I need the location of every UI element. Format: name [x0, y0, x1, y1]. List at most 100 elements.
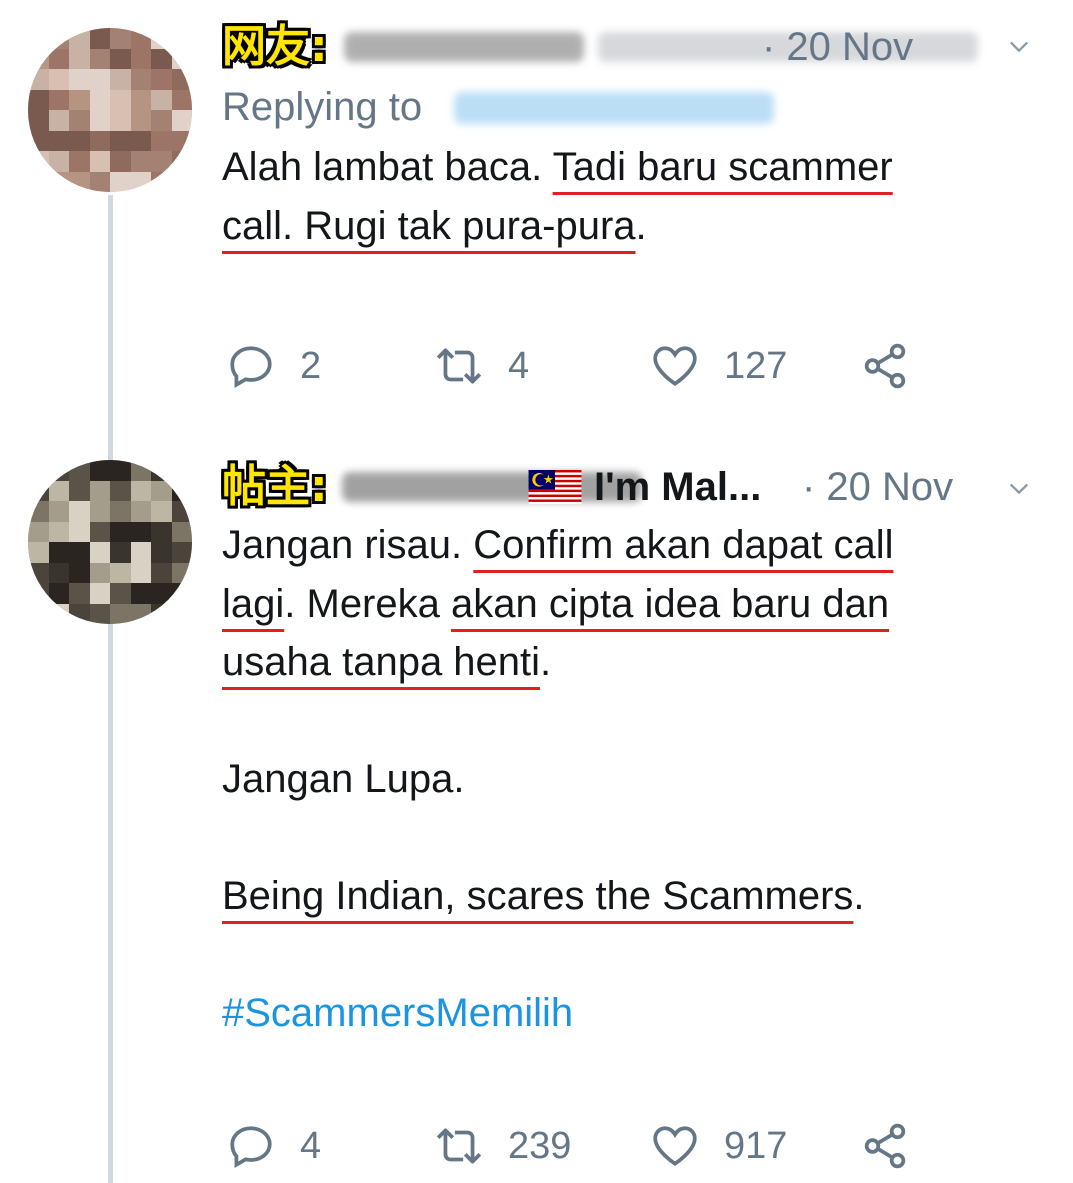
avatar-pixel — [28, 151, 49, 172]
avatar-pixel — [48, 110, 69, 131]
avatar-pixel — [151, 171, 172, 192]
avatar-pixel — [130, 48, 151, 69]
avatar-pixel — [151, 69, 172, 90]
avatar-pixel — [130, 603, 151, 624]
avatar-pixel — [110, 521, 131, 542]
reply-icon — [230, 1126, 272, 1169]
underlined-text: Confirm akan dapat call — [473, 523, 894, 567]
avatar[interactable] — [28, 460, 192, 624]
avatar-pixel — [130, 171, 151, 192]
avatar-pixel — [48, 171, 69, 192]
text-segment: Jangan risau. — [222, 523, 474, 567]
reply-button[interactable]: 4 — [226, 1116, 321, 1176]
thread-connector-line — [108, 195, 113, 1183]
tweet-date[interactable]: · 20 Nov — [802, 458, 953, 516]
avatar-pixel — [89, 48, 110, 69]
avatar-pixel — [130, 89, 151, 110]
avatar-pixel — [48, 480, 69, 501]
avatar-pixel — [89, 501, 110, 522]
avatar-pixel — [28, 501, 49, 522]
avatar-pixel — [28, 69, 49, 90]
retweet-button[interactable]: 239 — [434, 1116, 571, 1176]
avatar-pixel — [110, 69, 131, 90]
avatar-pixel — [69, 542, 90, 563]
avatar-pixel — [69, 28, 90, 49]
avatar-pixel — [130, 501, 151, 522]
avatar-pixel — [151, 110, 172, 131]
avatar-pixel — [171, 562, 192, 583]
avatar-pixel — [171, 28, 192, 49]
avatar-pixel — [151, 460, 172, 481]
text-segment: . Mereka — [284, 581, 451, 626]
avatar-pixel — [171, 89, 192, 110]
avatar-pixel — [130, 480, 151, 501]
retweet-icon — [436, 348, 482, 384]
avatar-pixel — [69, 130, 90, 151]
avatar-pixel — [28, 89, 49, 110]
avatar-pixel — [130, 69, 151, 90]
tweet-text: Jangan risau. Confirm akan dapat call la… — [222, 516, 1073, 1043]
avatar-pixel — [89, 110, 110, 131]
avatar-pixel — [28, 583, 49, 604]
avatar[interactable] — [28, 28, 192, 192]
share-button[interactable] — [860, 336, 910, 396]
avatar-pixel — [28, 171, 49, 192]
avatar-pixel — [28, 562, 49, 583]
avatar-pixel — [110, 110, 131, 131]
avatar-pixel — [110, 28, 131, 49]
avatar-pixel — [151, 28, 172, 49]
avatar-pixel — [171, 501, 192, 522]
avatar-pixel — [130, 110, 151, 131]
text-line: Being Indian, scares the Scammers. — [222, 867, 1073, 926]
avatar-pixel — [48, 460, 69, 481]
underlined-text: Tadi baru scammer — [552, 145, 893, 189]
tweet-date[interactable]: · 20 Nov — [762, 18, 913, 76]
avatar-pixel — [171, 480, 192, 501]
avatar-pixel — [28, 480, 49, 501]
annotation-tag: 帖主: — [222, 461, 328, 512]
avatar-pixel — [110, 171, 131, 192]
like-button[interactable]: 127 — [650, 336, 787, 396]
avatar-pixel — [171, 48, 192, 69]
avatar-pixel — [151, 583, 172, 604]
avatar-pixel — [28, 603, 49, 624]
avatar-pixel — [28, 110, 49, 131]
chevron-down-icon[interactable] — [1008, 36, 1030, 58]
reply-button[interactable]: 2 — [226, 336, 321, 396]
avatar-pixel — [110, 583, 131, 604]
avatar-pixel — [130, 28, 151, 49]
avatar-pixel — [130, 460, 151, 481]
underlined-text: usaha tanpa henti — [222, 640, 541, 684]
avatar-pixel — [28, 521, 49, 542]
avatar-pixel — [130, 151, 151, 172]
like-button[interactable]: 917 — [650, 1116, 787, 1176]
avatar-pixel — [69, 48, 90, 69]
avatar-pixel — [151, 542, 172, 563]
chevron-down-icon[interactable] — [1008, 478, 1030, 500]
avatar-pixel — [89, 542, 110, 563]
avatar-pixel — [171, 521, 192, 542]
avatar-pixel — [151, 89, 172, 110]
avatar-pixel — [89, 480, 110, 501]
like-count: 127 — [724, 344, 788, 387]
tweet-header: 帖主: I'm Mal... · 20 Nov — [222, 458, 1073, 516]
text-segment: Alah lambat baca. — [222, 145, 553, 189]
tweet-text: Alah lambat baca. Tadi baru scammer call… — [222, 138, 1073, 255]
text-segment: . — [635, 203, 647, 248]
avatar-pixel — [171, 69, 192, 90]
retweet-button[interactable]: 4 — [434, 336, 529, 396]
avatar-pixel — [69, 460, 90, 481]
avatar-pixel — [151, 501, 172, 522]
avatar-pixel — [151, 603, 172, 624]
avatar-pixel — [28, 28, 49, 49]
avatar-pixel — [110, 151, 131, 172]
avatar-pixel — [89, 130, 110, 151]
share-button[interactable] — [860, 1116, 910, 1176]
blurred-reply-handle[interactable] — [454, 92, 774, 124]
tweet-reply[interactable]: 网友: · 20 Nov Replying to Alah lambat bac… — [222, 18, 1073, 255]
tweet-reply[interactable]: 帖主: I'm Mal... · 20 Nov Jangan risau. Co… — [222, 458, 1073, 1043]
display-name[interactable]: I'm Mal... — [594, 458, 761, 516]
avatar-pixel — [171, 542, 192, 563]
hashtag-link[interactable]: #ScammersMemilih — [222, 984, 1073, 1043]
blurred-username[interactable] — [344, 32, 584, 62]
